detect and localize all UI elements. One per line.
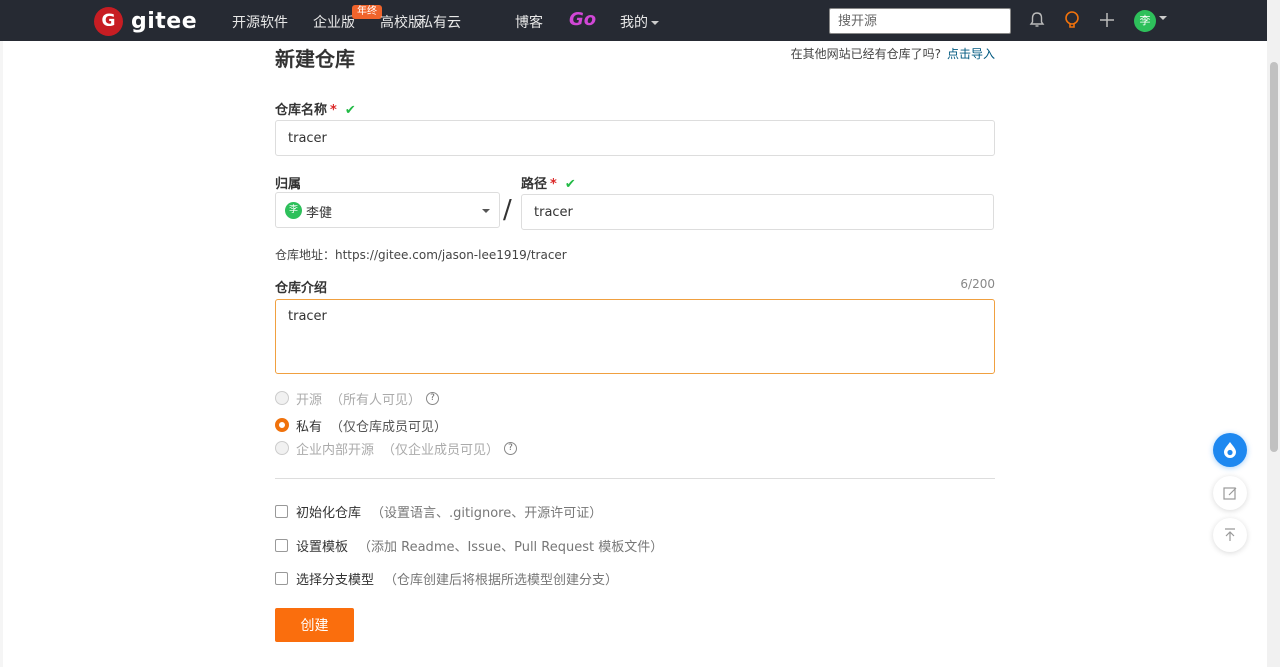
- option-template-hint: （添加 Readme、Issue、Pull Request 模板文件）: [358, 539, 664, 555]
- enterprise-badge: 年终: [352, 5, 382, 19]
- water-drop-icon: [1224, 442, 1236, 458]
- path-label-text: 路径: [521, 177, 548, 192]
- import-prompt-text: 在其他网站已经有仓库了吗?: [790, 47, 941, 61]
- help-icon[interactable]: ?: [426, 391, 440, 405]
- checkbox-init-repo[interactable]: [275, 504, 288, 518]
- repo-name-label-text: 仓库名称: [275, 103, 328, 118]
- gitee-logo-icon: G: [94, 6, 123, 36]
- assistant-float-button[interactable]: [1213, 433, 1247, 467]
- nav-open-source[interactable]: 开源软件: [232, 12, 288, 32]
- owner-avatar: 李: [285, 202, 302, 219]
- feedback-float-button[interactable]: [1213, 476, 1247, 510]
- radio-enterprise[interactable]: [275, 441, 289, 455]
- description-counter: 6/200: [960, 277, 995, 291]
- owner-name: 李健: [306, 206, 333, 221]
- path-label: 路径 * ✔: [521, 173, 576, 192]
- lightbulb-icon[interactable]: [1062, 10, 1082, 30]
- edit-icon: [1223, 487, 1237, 500]
- required-asterisk: *: [550, 177, 557, 192]
- nav-mine-label: 我的: [620, 15, 648, 31]
- option-init-repo-label: 初始化仓库: [296, 505, 362, 521]
- checkbox-branch-model[interactable]: [275, 571, 288, 585]
- section-divider: [275, 478, 995, 479]
- option-branch-model[interactable]: 选择分支模型 （仓库创建后将根据所选模型创建分支）: [275, 569, 619, 588]
- user-avatar[interactable]: 李: [1134, 10, 1156, 32]
- visibility-private-hint: （仅仓库成员可见）: [330, 419, 448, 435]
- checkbox-template[interactable]: [275, 538, 288, 552]
- top-navbar: G gitee 开源软件 企业版 年终 高校版 私有云 博客 Go 我的 李: [0, 0, 1267, 41]
- nav-education[interactable]: 高校版: [380, 12, 422, 32]
- option-branch-model-label: 选择分支模型: [296, 572, 375, 588]
- visibility-enterprise-label: 企业内部开源: [296, 442, 375, 458]
- repo-address: 仓库地址：https://gitee.com/jason-lee1919/tra…: [275, 248, 567, 262]
- nav-enterprise[interactable]: 企业版: [313, 12, 355, 32]
- visibility-private[interactable]: 私有 （仅仓库成员可见）: [275, 416, 448, 435]
- chevron-down-icon[interactable]: [1159, 16, 1167, 20]
- description-textarea[interactable]: tracer: [275, 299, 995, 374]
- nav-private-cloud[interactable]: 私有云: [419, 12, 461, 32]
- bell-icon[interactable]: [1027, 10, 1047, 30]
- radio-private[interactable]: [275, 418, 289, 432]
- gitee-logo[interactable]: G gitee: [94, 6, 197, 36]
- option-template-label: 设置模板: [296, 539, 349, 555]
- visibility-public-label: 开源: [296, 392, 323, 408]
- path-input[interactable]: [521, 194, 994, 230]
- page-scrollbar[interactable]: [1267, 0, 1280, 667]
- help-icon[interactable]: ?: [504, 441, 518, 455]
- arrow-up-icon: [1225, 528, 1235, 541]
- page-title: 新建仓库: [275, 47, 355, 71]
- nav-blog[interactable]: 博客: [515, 12, 543, 32]
- search-input[interactable]: [829, 8, 1011, 34]
- plus-icon[interactable]: [1097, 10, 1117, 30]
- repo-name-label: 仓库名称 * ✔: [275, 99, 356, 118]
- import-link[interactable]: 点击导入: [947, 47, 995, 61]
- option-init-repo-hint: （设置语言、.gitignore、开源许可证）: [371, 505, 603, 521]
- required-asterisk: *: [330, 103, 337, 118]
- scrollbar-thumb[interactable]: [1270, 62, 1278, 452]
- nav-mine[interactable]: 我的: [620, 12, 659, 32]
- import-prompt: 在其他网站已经有仓库了吗? 点击导入: [791, 45, 995, 62]
- visibility-private-label: 私有: [296, 419, 323, 435]
- visibility-enterprise-hint: （仅企业成员可见）: [382, 442, 500, 458]
- create-button[interactable]: 创建: [275, 608, 354, 642]
- description-label: 仓库介绍: [275, 281, 328, 296]
- path-separator: /: [503, 195, 512, 225]
- radio-public[interactable]: [275, 391, 289, 405]
- option-branch-model-hint: （仓库创建后将根据所选模型创建分支）: [384, 572, 619, 588]
- chevron-down-icon: [651, 21, 659, 25]
- chevron-down-icon: [482, 209, 490, 213]
- owner-label: 归属: [275, 177, 302, 192]
- check-icon: ✔: [564, 177, 576, 192]
- back-to-top-button[interactable]: [1213, 518, 1247, 552]
- repo-name-input[interactable]: [275, 120, 995, 156]
- visibility-public[interactable]: 开源 （所有人可见） ?: [275, 389, 440, 408]
- visibility-public-hint: （所有人可见）: [330, 392, 422, 408]
- option-template[interactable]: 设置模板 （添加 Readme、Issue、Pull Request 模板文件）: [275, 536, 664, 555]
- owner-select[interactable]: 李 李健: [275, 192, 500, 228]
- check-icon: ✔: [344, 103, 356, 118]
- option-init-repo[interactable]: 初始化仓库 （设置语言、.gitignore、开源许可证）: [275, 502, 603, 521]
- visibility-enterprise[interactable]: 企业内部开源 （仅企业成员可见） ?: [275, 439, 518, 458]
- brand-name: gitee: [131, 8, 198, 34]
- nav-go[interactable]: Go: [569, 9, 596, 30]
